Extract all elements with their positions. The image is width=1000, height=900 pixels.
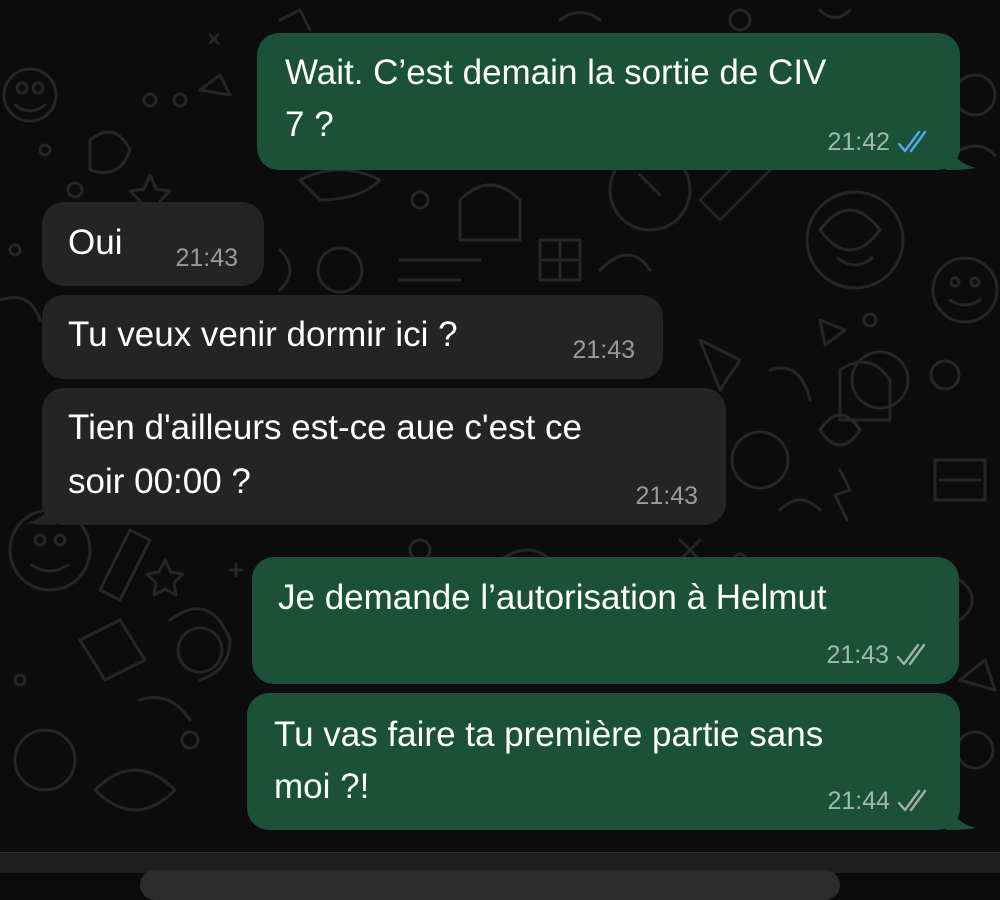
message-meta: 21:43 <box>826 640 933 670</box>
message-text-line: Tien d'ailleurs est-ce aue c'est ce <box>68 408 582 447</box>
message-meta: 21:43 <box>635 481 698 511</box>
bubble-tail <box>946 800 976 830</box>
message-text-line: Je demande l’autorisation à Helmut <box>278 578 827 617</box>
message-bubble-outgoing[interactable]: Tu vas faire ta première partie sans moi… <box>247 693 976 830</box>
message-meta: 21:43 <box>175 243 238 273</box>
message-bubble-outgoing[interactable]: Je demande l’autorisation à Helmut 21:43 <box>252 557 959 684</box>
message-text-line: Tu vas faire ta première partie sans <box>274 715 824 754</box>
message-meta: 21:44 <box>827 786 934 816</box>
double-check-icon <box>897 130 927 153</box>
message-text-line: Wait. C’est demain la sortie de CIV <box>285 53 827 92</box>
bubble-tail <box>26 495 56 525</box>
message-text-line: moi ?! <box>274 767 370 806</box>
bubble-tail <box>946 140 976 170</box>
message-timestamp: 21:43 <box>572 336 635 364</box>
double-check-icon <box>897 789 927 812</box>
message-timestamp: 21:43 <box>826 641 889 669</box>
message-bubble-incoming[interactable]: Tien d'ailleurs est-ce aue c'est ce soir… <box>26 388 726 525</box>
message-text-line: 7 ? <box>285 105 334 144</box>
message-meta: 21:43 <box>572 335 635 365</box>
message-timestamp: 21:43 <box>635 482 698 510</box>
message-timestamp: 21:42 <box>827 128 890 156</box>
message-input[interactable] <box>140 870 840 900</box>
message-bubble-incoming[interactable]: Oui 21:43 <box>42 202 264 286</box>
chat-area[interactable]: Wait. C’est demain la sortie de CIV 7 ? … <box>0 0 1000 852</box>
message-bubble-incoming[interactable]: Tu veux venir dormir ici ? 21:43 <box>42 295 663 379</box>
message-text-line: Oui <box>68 223 123 262</box>
message-text-line: Tu veux venir dormir ici ? <box>68 315 458 354</box>
message-text-line: soir 00:00 ? <box>68 462 251 501</box>
message-bubble-outgoing[interactable]: Wait. C’est demain la sortie de CIV 7 ? … <box>257 33 976 170</box>
double-check-icon <box>896 643 926 666</box>
composer-bar <box>0 852 1000 900</box>
message-timestamp: 21:44 <box>827 787 890 815</box>
message-meta: 21:42 <box>827 127 934 157</box>
message-timestamp: 21:43 <box>175 244 238 272</box>
